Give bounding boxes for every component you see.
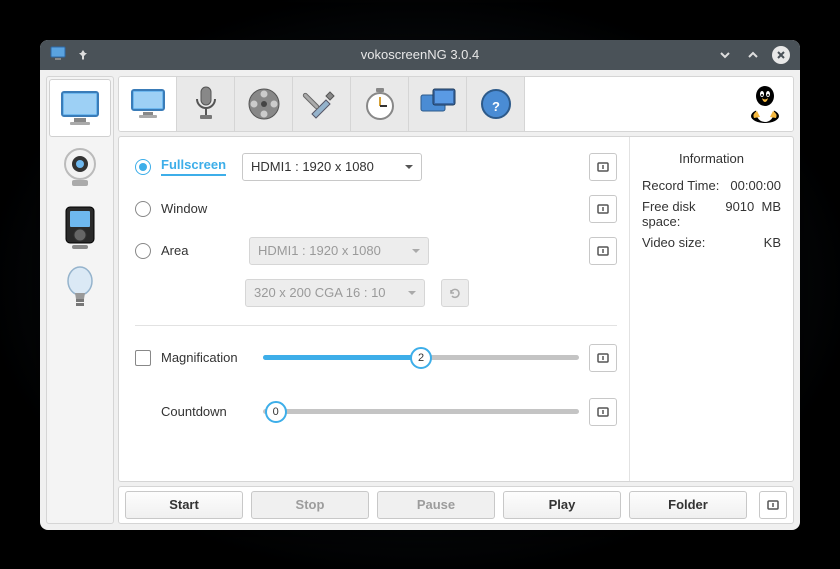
bulb-icon — [62, 265, 98, 311]
area-reset-button — [441, 279, 469, 307]
tab-display[interactable] — [409, 77, 467, 131]
film-reel-icon — [246, 86, 282, 122]
nav-screen[interactable] — [49, 79, 111, 137]
svg-text:?: ? — [492, 99, 500, 114]
record-time-value: 00:00:00 — [730, 178, 781, 193]
area-label: Area — [161, 243, 239, 258]
maximize-button[interactable] — [744, 46, 762, 64]
nav-player[interactable] — [49, 199, 111, 257]
video-size-unit: KB — [764, 235, 781, 250]
linux-logo — [737, 77, 793, 131]
monitor-icon — [58, 88, 102, 128]
fullscreen-help-button[interactable] — [589, 153, 617, 181]
tab-audio[interactable] — [177, 77, 235, 131]
microphone-icon — [190, 85, 222, 123]
fullscreen-radio[interactable] — [135, 159, 151, 175]
record-time-label: Record Time: — [642, 178, 719, 193]
media-player-icon — [62, 205, 98, 251]
webcam-icon — [60, 146, 100, 190]
area-display-select: HDMI1 : 1920 x 1080 — [249, 237, 429, 265]
monitor-icon — [129, 87, 167, 121]
nav-light[interactable] — [49, 259, 111, 317]
play-button[interactable]: Play — [503, 491, 621, 519]
nav-webcam[interactable] — [49, 139, 111, 197]
tux-icon — [748, 84, 782, 124]
area-help-button[interactable] — [589, 237, 617, 265]
info-heading: Information — [642, 151, 781, 166]
screens-icon — [419, 87, 457, 121]
tab-codec[interactable] — [235, 77, 293, 131]
content-panel: Fullscreen HDMI1 : 1920 x 1080 Window Ar… — [118, 136, 794, 482]
area-radio[interactable] — [135, 243, 151, 259]
countdown-help-button[interactable] — [589, 398, 617, 426]
area-preset-select: 320 x 200 CGA 16 : 10 — [245, 279, 425, 307]
close-button[interactable] — [772, 46, 790, 64]
free-space-unit: MB — [762, 199, 782, 214]
free-space-value: 9010 — [725, 199, 754, 214]
free-space-label: Free disk space: — [642, 199, 725, 229]
help-icon: ? — [479, 87, 513, 121]
magnification-help-button[interactable] — [589, 344, 617, 372]
window-title: vokoscreenNG 3.0.4 — [40, 47, 800, 62]
countdown-label: Countdown — [161, 404, 253, 419]
window-label: Window — [161, 201, 239, 216]
left-nav — [46, 76, 114, 524]
tab-misc[interactable] — [293, 77, 351, 131]
countdown-slider-thumb[interactable]: 0 — [265, 401, 287, 423]
top-tabs: ? — [118, 76, 794, 132]
window-help-button[interactable] — [589, 195, 617, 223]
tab-timer[interactable] — [351, 77, 409, 131]
tab-screen[interactable] — [119, 77, 177, 131]
clock-icon — [362, 86, 398, 122]
titlebar: vokoscreenNG 3.0.4 — [40, 40, 800, 70]
tab-help[interactable]: ? — [467, 77, 525, 131]
pause-button: Pause — [377, 491, 495, 519]
window-radio[interactable] — [135, 201, 151, 217]
countdown-slider[interactable]: 0 — [263, 400, 579, 424]
app-window: vokoscreenNG 3.0.4 — [40, 40, 800, 530]
magnification-label: Magnification — [161, 350, 253, 365]
display-select[interactable]: HDMI1 : 1920 x 1080 — [242, 153, 422, 181]
tools-icon — [304, 86, 340, 122]
magnification-checkbox[interactable] — [135, 350, 151, 366]
info-panel: Information Record Time: 00:00:00 Free di… — [629, 137, 793, 481]
video-size-label: Video size: — [642, 235, 705, 250]
magnification-slider-thumb[interactable]: 2 — [410, 347, 432, 369]
bar-help-button[interactable] — [759, 491, 787, 519]
fullscreen-label: Fullscreen — [161, 157, 226, 176]
minimize-button[interactable] — [716, 46, 734, 64]
folder-button[interactable]: Folder — [629, 491, 747, 519]
button-bar: Start Stop Pause Play Folder — [118, 486, 794, 524]
start-button[interactable]: Start — [125, 491, 243, 519]
stop-button: Stop — [251, 491, 369, 519]
magnification-slider[interactable]: 2 — [263, 346, 579, 370]
reset-icon — [448, 286, 462, 300]
